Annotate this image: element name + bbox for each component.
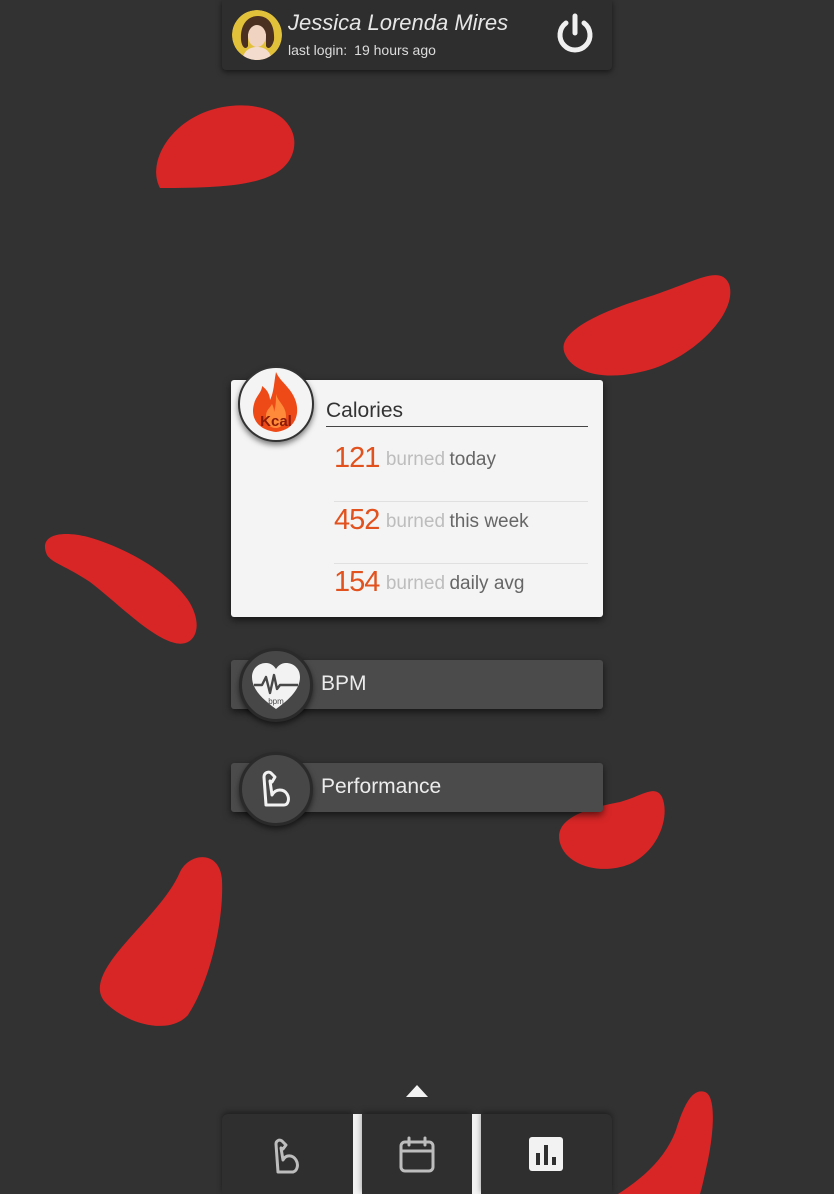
blob (563, 275, 731, 376)
power-icon (557, 13, 593, 53)
last-login-value: 19 hours ago (354, 42, 436, 58)
bpm-icon-badge: bpm (239, 648, 313, 722)
stat-value: 154 (334, 566, 380, 598)
flexed-arm-icon (262, 770, 290, 807)
logout-button[interactable] (552, 11, 598, 57)
bpm-icon-label: bpm (268, 697, 284, 706)
stat-burned-label: burned (385, 449, 446, 470)
calories-title: Calories (326, 399, 588, 427)
blob (99, 857, 223, 1026)
last-login: last login: 19 hours ago (288, 42, 436, 58)
flame-icon: Kcal (252, 372, 298, 432)
stat-period: this week (449, 511, 529, 532)
stat-value: 121 (334, 442, 380, 474)
stat-burned-label: burned (385, 511, 446, 532)
heart-pulse-icon: bpm (252, 663, 300, 709)
stat-daily-avg: 154 burned daily avg (334, 564, 588, 625)
avatar[interactable] (232, 10, 282, 60)
flexed-arm-icon (274, 1138, 299, 1174)
kcal-label: Kcal (260, 413, 292, 430)
stat-today: 121 burned today (334, 440, 588, 502)
bottom-nav (222, 1114, 612, 1194)
bar-chart-icon (529, 1137, 563, 1171)
blob (618, 1091, 713, 1194)
expand-nav-button[interactable] (406, 1084, 428, 1097)
user-name: Jessica Lorenda Mires (288, 10, 509, 35)
stat-value: 452 (334, 504, 380, 536)
stat-period: daily avg (449, 573, 525, 594)
performance-icon-badge (239, 752, 313, 826)
blob (156, 105, 295, 188)
bpm-label: BPM (321, 672, 367, 695)
nav-performance-button[interactable] (222, 1114, 353, 1194)
stat-this-week: 452 burned this week (334, 502, 588, 564)
stat-period: today (449, 449, 496, 470)
nav-calendar-button[interactable] (362, 1114, 472, 1194)
nav-separator (472, 1114, 481, 1194)
calendar-icon (399, 1136, 435, 1173)
calories-icon-badge: Kcal (238, 366, 314, 442)
blob (44, 534, 197, 644)
nav-stats-button[interactable] (481, 1114, 612, 1194)
user-header: Jessica Lorenda Mires last login: 19 hour… (222, 0, 612, 70)
stat-burned-label: burned (385, 573, 446, 594)
nav-separator (353, 1114, 362, 1194)
caret-up-icon (406, 1085, 428, 1097)
performance-label: Performance (321, 775, 442, 798)
last-login-label: last login: (288, 42, 348, 58)
